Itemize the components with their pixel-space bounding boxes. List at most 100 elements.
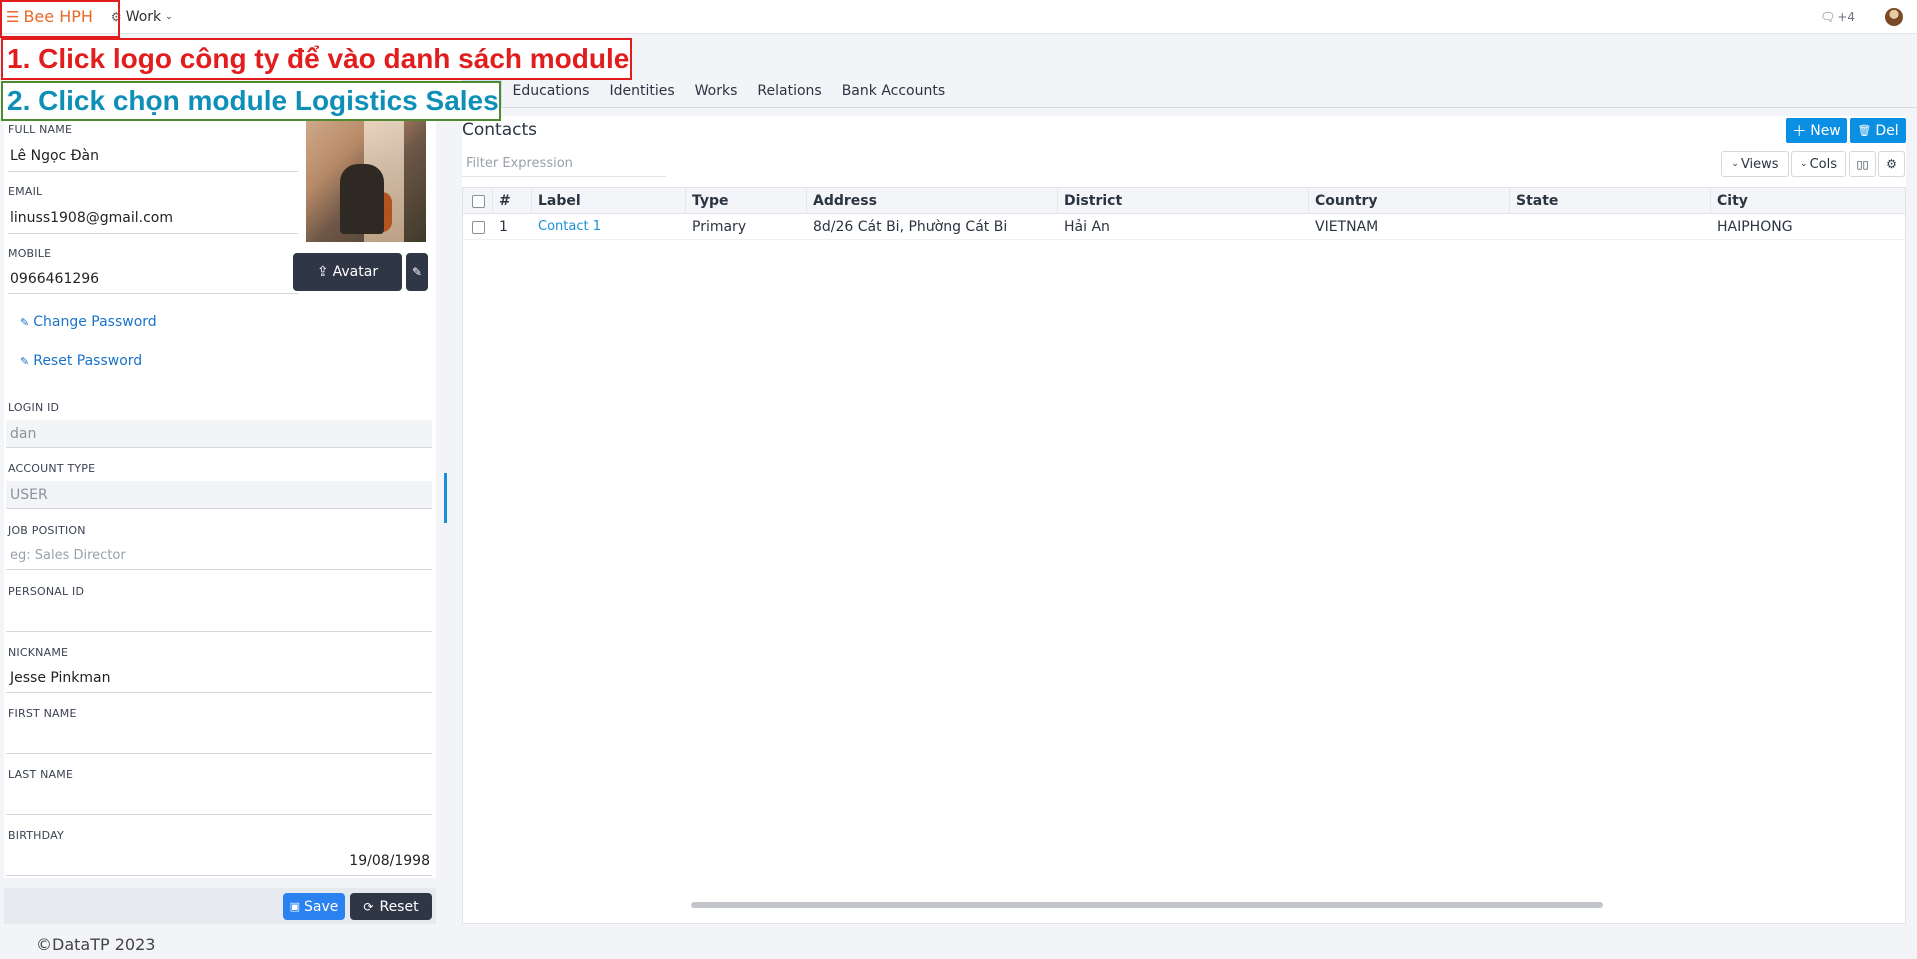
change-password-label: Change Password	[33, 314, 157, 330]
login-id-field: dan	[6, 420, 432, 448]
nickname-field[interactable]: Jesse Pinkman	[10, 670, 111, 686]
save-button-label: Save	[304, 898, 339, 915]
annotation-step-1: 1. Click logo công ty để vào danh sách m…	[1, 38, 632, 80]
top-bar: ☰ Bee HPH ⚙ Work ⌄ 🗨 +4	[0, 0, 1917, 34]
cols-button[interactable]: ⌄ Cols	[1791, 151, 1846, 177]
upload-avatar-button[interactable]: ⇪ Avatar	[293, 253, 402, 291]
book-icon: ▯▯	[1856, 157, 1869, 171]
panel-splitter[interactable]	[444, 473, 447, 523]
row-checkbox[interactable]	[472, 221, 485, 234]
delete-contact-button[interactable]: 🗑 Del	[1850, 118, 1906, 143]
del-button-label: Del	[1875, 122, 1899, 139]
edit-avatar-button[interactable]: ✎	[406, 253, 428, 291]
select-all-cell	[463, 188, 493, 214]
col-header-type[interactable]: Type	[687, 188, 807, 214]
tab-educations[interactable]: Educations	[502, 78, 599, 108]
personal-id-field[interactable]	[6, 631, 432, 632]
brand-name: Bee HPH	[23, 7, 93, 26]
views-button[interactable]: ⌄ Views	[1721, 151, 1789, 177]
divider	[8, 233, 298, 234]
row-select-cell	[463, 214, 493, 240]
divider	[6, 569, 432, 570]
contact-label-link[interactable]: Contact 1	[533, 214, 686, 240]
book-button[interactable]: ▯▯	[1849, 151, 1876, 177]
edit-icon: ✎	[411, 265, 423, 279]
col-header-number[interactable]: #	[494, 188, 532, 214]
save-button[interactable]: ▣ Save	[283, 893, 345, 920]
hamburger-icon: ☰	[6, 7, 20, 26]
save-icon: ▣	[289, 900, 301, 913]
grid-header: # Label Type Address District Country St…	[463, 188, 1905, 214]
gear-icon: ⚙	[110, 9, 122, 24]
birthday-label: BIRTHDAY	[8, 829, 64, 842]
gear-icon: ⚙	[1886, 157, 1897, 171]
personal-id-label: PERSONAL ID	[8, 585, 85, 598]
edit-icon: ✎	[20, 315, 30, 329]
settings-button[interactable]: ⚙	[1878, 151, 1905, 177]
user-avatar[interactable]	[1885, 8, 1903, 26]
tab-works[interactable]: Works	[685, 78, 748, 108]
panel-title: Contacts	[462, 120, 537, 140]
divider	[8, 293, 298, 294]
mobile-label: MOBILE	[8, 247, 52, 260]
refresh-icon: ⟳	[363, 899, 374, 914]
reset-button-label: Reset	[379, 898, 419, 915]
email-field[interactable]: linuss1908@gmail.com	[10, 210, 173, 226]
reset-button[interactable]: ⟳ Reset	[350, 893, 432, 920]
account-type-field: USER	[6, 481, 432, 509]
tab-bank-accounts[interactable]: Bank Accounts	[832, 78, 955, 108]
contacts-grid: # Label Type Address District Country St…	[462, 187, 1906, 924]
birthday-field[interactable]: 19/08/1998	[349, 853, 430, 869]
row-state	[1511, 214, 1711, 240]
login-id-label: LOGIN ID	[8, 401, 60, 414]
tab-relations[interactable]: Relations	[747, 78, 831, 108]
edit-icon: ✎	[20, 354, 30, 368]
reset-password-label: Reset Password	[33, 353, 143, 369]
col-header-country[interactable]: Country	[1310, 188, 1510, 214]
work-menu[interactable]: ⚙ Work ⌄	[111, 9, 173, 25]
chevron-down-icon: ⌄	[165, 11, 173, 22]
first-name-label: FIRST NAME	[8, 707, 77, 720]
job-position-label: JOB POSITION	[8, 524, 86, 537]
last-name-label: LAST NAME	[8, 768, 74, 781]
row-type: Primary	[692, 219, 747, 235]
comment-icon: 🗨	[1820, 10, 1836, 24]
col-header-city[interactable]: City	[1712, 188, 1907, 214]
mobile-field[interactable]: 0966461296	[10, 271, 99, 287]
cols-label: Cols	[1809, 156, 1837, 172]
nickname-label: NICKNAME	[8, 646, 69, 659]
reset-password-link[interactable]: ✎ Reset Password	[20, 353, 142, 369]
table-row[interactable]: 1 Contact 1 Primary 8d/26 Cát Bi, Phường…	[463, 214, 1905, 240]
row-district: Hải An	[1064, 219, 1110, 235]
trash-icon: 🗑	[1857, 124, 1872, 137]
new-contact-button[interactable]: ＋ New	[1786, 118, 1847, 143]
horizontal-scrollbar[interactable]	[691, 902, 1603, 908]
company-logo[interactable]: ☰ Bee HPH	[0, 0, 93, 34]
job-position-field[interactable]: eg: Sales Director	[10, 548, 126, 563]
notifications-button[interactable]: 🗨 +4	[1820, 10, 1855, 24]
filter-expression-input[interactable]: Filter Expression	[462, 151, 666, 177]
avatar-button-label: Avatar	[332, 264, 379, 280]
col-header-state[interactable]: State	[1511, 188, 1711, 214]
notification-count: +4	[1837, 10, 1855, 24]
full-name-field[interactable]: Lê Ngọc Đàn	[10, 148, 99, 164]
profile-photo	[304, 118, 428, 244]
account-form: FULL NAME Lê Ngọc Đàn EMAIL linuss1908@g…	[4, 118, 436, 878]
col-header-address[interactable]: Address	[808, 188, 1058, 214]
new-button-label: New	[1810, 122, 1841, 139]
divider	[6, 875, 432, 876]
row-address: 8d/26 Cát Bi, Phường Cát Bi	[813, 219, 1008, 235]
full-name-label: FULL NAME	[8, 123, 73, 136]
profile-tabs: cts Educations Identities Works Relation…	[462, 77, 1917, 108]
col-header-district[interactable]: District	[1059, 188, 1309, 214]
first-name-field[interactable]	[6, 753, 432, 754]
col-header-label[interactable]: Label	[533, 188, 686, 214]
row-city: HAIPHONG	[1717, 219, 1793, 235]
form-footer: ▣ Save ⟳ Reset	[4, 888, 436, 924]
select-all-checkbox[interactable]	[472, 195, 485, 208]
last-name-field[interactable]	[6, 814, 432, 815]
tab-identities[interactable]: Identities	[599, 78, 684, 108]
annotation-step-2: 2. Click chọn module Logistics Sales	[1, 81, 501, 121]
change-password-link[interactable]: ✎ Change Password	[20, 314, 157, 330]
chevron-down-icon: ⌄	[1800, 159, 1808, 169]
